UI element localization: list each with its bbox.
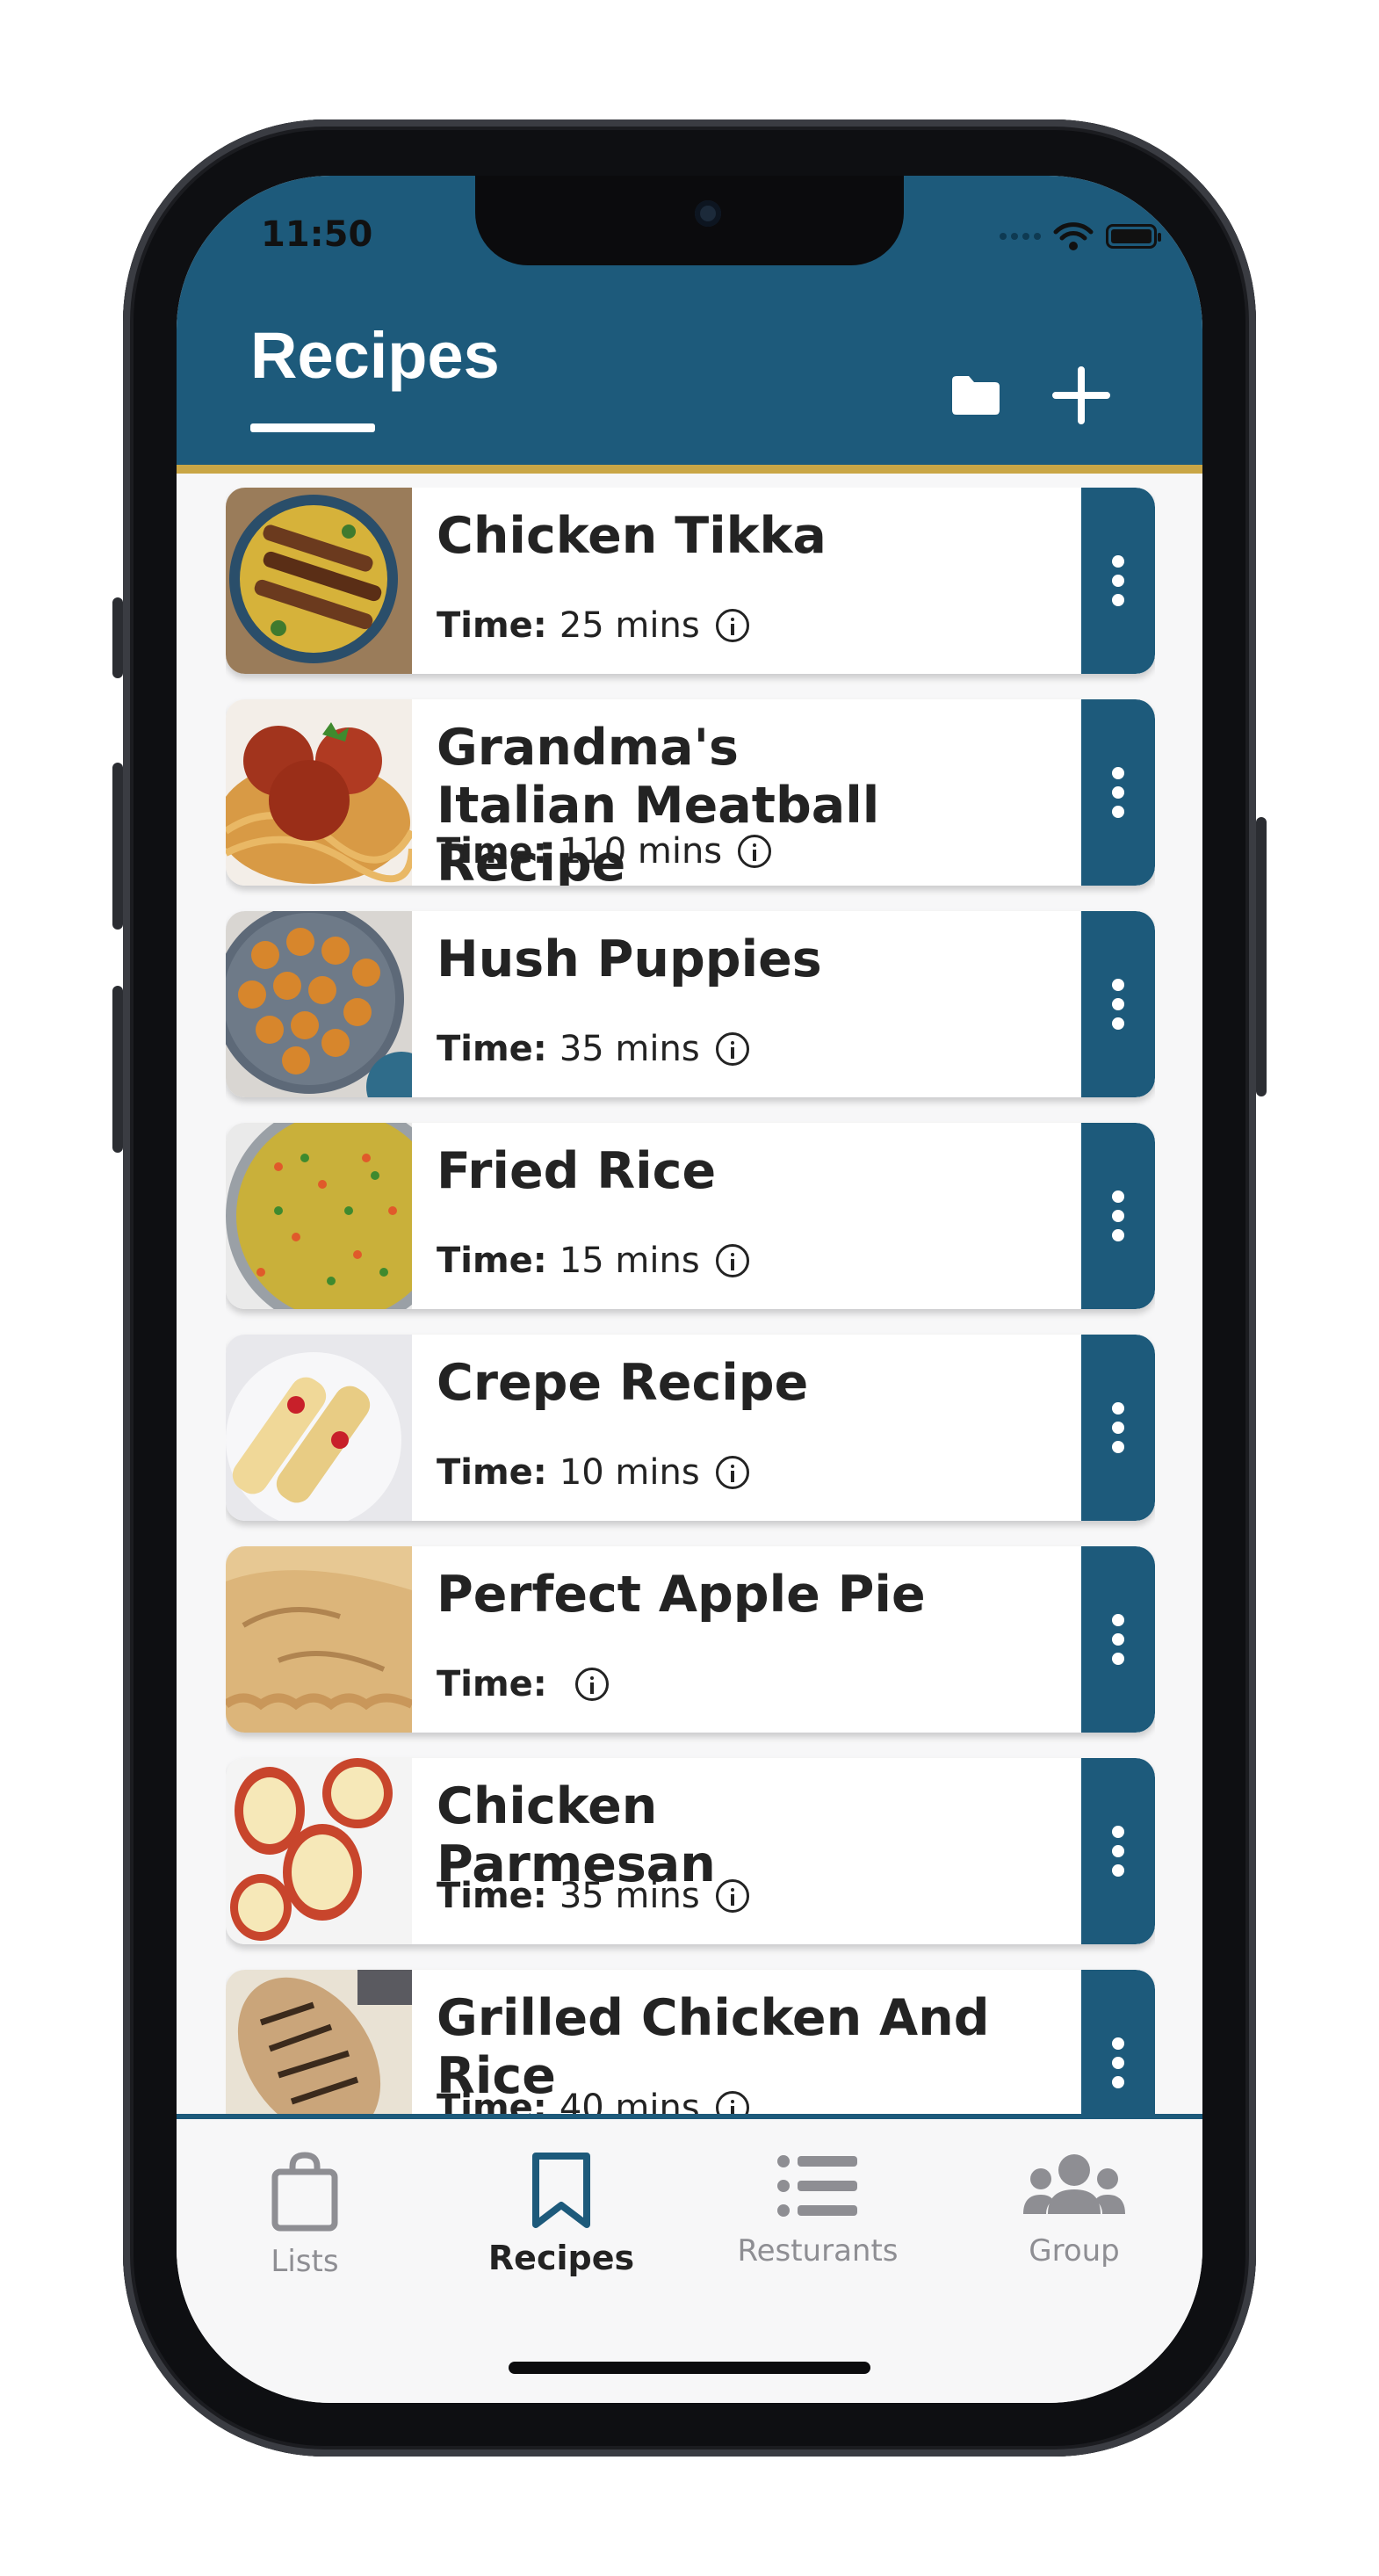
- volume-down-button: [112, 986, 123, 1153]
- tab-label: Resturants: [737, 2233, 899, 2268]
- page-title: Recipes: [250, 319, 500, 392]
- recipe-thumbnail: [226, 488, 412, 674]
- wifi-icon: [1053, 222, 1094, 250]
- recipe-time: Time: 35 mins: [437, 1876, 749, 1916]
- battery-icon: [1106, 224, 1161, 249]
- group-icon: [1023, 2154, 1125, 2214]
- plus-icon: [1052, 366, 1110, 424]
- recipe-card[interactable]: Chicken Tikka Time: 25 mins: [226, 488, 1155, 674]
- recipe-card[interactable]: Crepe Recipe Time: 10 mins: [226, 1335, 1155, 1521]
- recipe-time: Time: 25 mins: [437, 605, 749, 646]
- recipe-name: Fried Rice: [437, 1142, 717, 1200]
- recipe-thumbnail: [226, 699, 412, 886]
- recipe-menu-button[interactable]: [1081, 911, 1155, 1097]
- home-indicator: [509, 2362, 870, 2374]
- status-icons: [1000, 221, 1161, 251]
- info-icon[interactable]: [574, 1668, 609, 1701]
- add-recipe-button[interactable]: [1046, 360, 1116, 431]
- time-value: 110 mins: [559, 831, 723, 872]
- recipe-name: Perfect Apple Pie: [437, 1566, 926, 1624]
- recipe-card[interactable]: Chicken Parmesan Time: 35 mins: [226, 1758, 1155, 1944]
- time-label: Time:: [437, 1876, 547, 1916]
- recipe-thumbnail: [226, 1970, 412, 2122]
- recipe-card[interactable]: Grilled Chicken And Rice Time: 40 mins: [226, 1970, 1155, 2122]
- time-value: 35 mins: [559, 1029, 700, 1069]
- tab-recipes[interactable]: Recipes: [433, 2119, 690, 2295]
- recipe-name: Hush Puppies: [437, 930, 822, 988]
- recipe-thumbnail: [226, 1758, 412, 1944]
- recipe-menu-button[interactable]: [1081, 1970, 1155, 2122]
- time-label: Time:: [437, 1664, 547, 1704]
- recipe-card[interactable]: Grandma's Italian Meatball Recipe Time: …: [226, 699, 1155, 886]
- time-label: Time:: [437, 605, 547, 646]
- tab-label: Group: [1029, 2233, 1120, 2268]
- folder-icon: [952, 376, 1000, 415]
- recipe-time: Time: 35 mins: [437, 1029, 749, 1069]
- recipe-menu-button[interactable]: [1081, 1546, 1155, 1733]
- info-icon[interactable]: [715, 1244, 749, 1277]
- tab-label: Recipes: [487, 2239, 635, 2277]
- time-value: 15 mins: [559, 1241, 700, 1281]
- recipe-list[interactable]: Chicken Tikka Time: 25 mins Grandma's It…: [226, 488, 1155, 2122]
- mute-switch: [112, 597, 123, 678]
- app-screen: 11:50 Recipes Chicken Tikka Time: 25 min…: [177, 176, 1202, 2403]
- shopping-bag-icon: [271, 2152, 338, 2232]
- recipe-time: Time: 10 mins: [437, 1452, 749, 1493]
- tab-label: Lists: [271, 2244, 339, 2279]
- recipe-card[interactable]: Perfect Apple Pie Time:: [226, 1546, 1155, 1733]
- info-icon[interactable]: [715, 609, 749, 642]
- info-icon[interactable]: [715, 1032, 749, 1066]
- time-label: Time:: [437, 1029, 547, 1069]
- app-header: 11:50 Recipes: [177, 176, 1202, 474]
- status-time: 11:50: [261, 214, 373, 255]
- time-label: Time:: [437, 1241, 547, 1281]
- front-camera: [695, 200, 721, 227]
- recipe-time: Time: 15 mins: [437, 1241, 749, 1281]
- time-label: Time:: [437, 831, 547, 872]
- list-icon: [777, 2155, 857, 2217]
- notch: [475, 176, 904, 265]
- recipe-card[interactable]: Fried Rice Time: 15 mins: [226, 1123, 1155, 1309]
- recipe-name: Crepe Recipe: [437, 1354, 809, 1412]
- tab-resturants[interactable]: Resturants: [690, 2119, 946, 2295]
- info-icon[interactable]: [715, 1879, 749, 1913]
- tab-group[interactable]: Group: [946, 2119, 1202, 2295]
- time-value: 10 mins: [559, 1452, 700, 1493]
- recipe-name: Chicken Tikka: [437, 507, 827, 565]
- recipe-thumbnail: [226, 1335, 412, 1521]
- recipe-thumbnail: [226, 911, 412, 1097]
- tab-lists[interactable]: Lists: [177, 2119, 433, 2295]
- recipe-menu-button[interactable]: [1081, 699, 1155, 886]
- signal-icon: [1000, 233, 1041, 240]
- recipe-menu-button[interactable]: [1081, 1758, 1155, 1944]
- info-icon[interactable]: [738, 835, 772, 868]
- recipe-thumbnail: [226, 1123, 412, 1309]
- info-icon[interactable]: [715, 1456, 749, 1489]
- recipe-time: Time: 110 mins: [437, 831, 772, 872]
- recipe-menu-button[interactable]: [1081, 1335, 1155, 1521]
- tab-bar: Lists Recipes Resturants Group: [177, 2114, 1202, 2403]
- recipe-card[interactable]: Hush Puppies Time: 35 mins: [226, 911, 1155, 1097]
- time-value: 35 mins: [559, 1876, 700, 1916]
- time-label: Time:: [437, 1452, 547, 1493]
- recipe-menu-button[interactable]: [1081, 1123, 1155, 1309]
- recipe-menu-button[interactable]: [1081, 488, 1155, 674]
- recipe-thumbnail: [226, 1546, 412, 1733]
- power-button: [1256, 817, 1267, 1096]
- time-value: 25 mins: [559, 605, 700, 646]
- title-underline: [250, 423, 375, 432]
- recipe-time: Time:: [437, 1664, 609, 1704]
- folder-button[interactable]: [941, 360, 1011, 431]
- volume-up-button: [112, 763, 123, 930]
- bookmark-icon: [532, 2153, 590, 2228]
